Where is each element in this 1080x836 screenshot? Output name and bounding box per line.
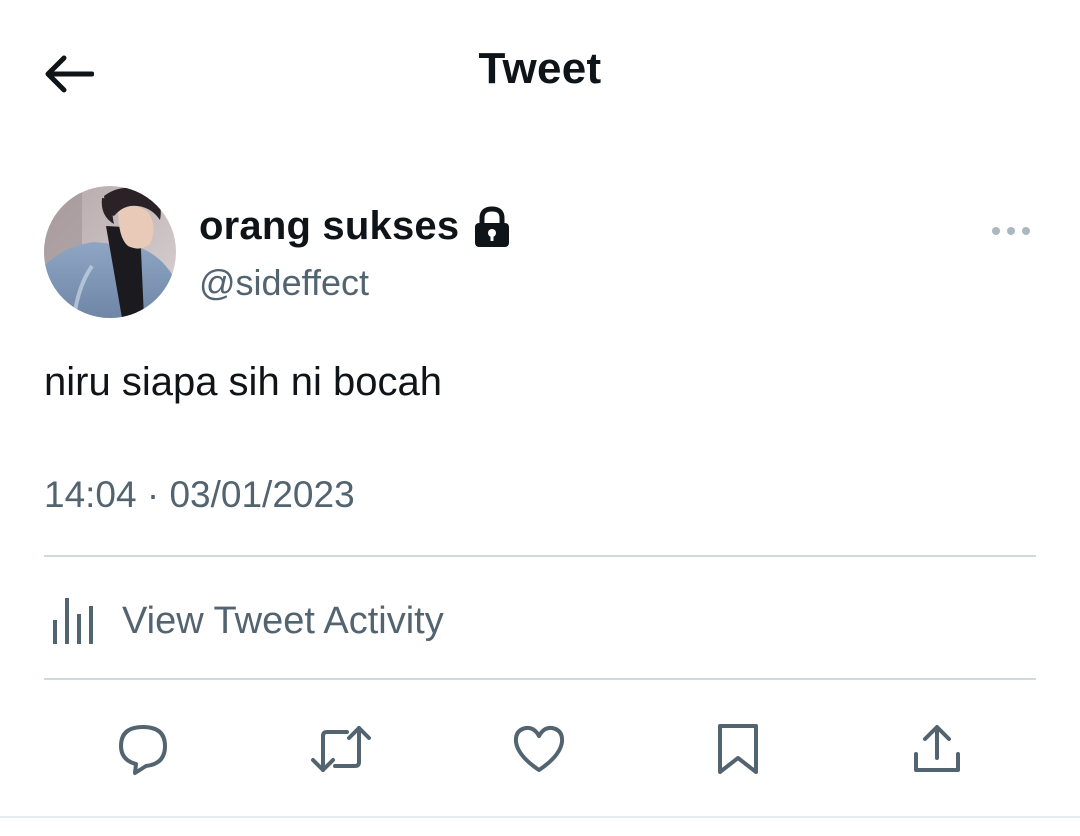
more-horizontal-icon: [992, 227, 1030, 235]
page-title: Tweet: [478, 44, 602, 93]
divider: [44, 678, 1036, 680]
display-name: orang sukses: [199, 204, 460, 248]
bottom-divider: [0, 816, 1080, 818]
lock-icon: [473, 205, 511, 248]
tweet-author: orang sukses @sideffect: [44, 186, 1044, 320]
tweet-text: niru siapa sih ni bocah: [44, 360, 443, 404]
heart-icon: [513, 725, 565, 772]
retweet-button[interactable]: [306, 714, 376, 784]
bookmark-button[interactable]: [703, 714, 773, 784]
share-button[interactable]: [902, 714, 972, 784]
bookmark-icon: [718, 724, 758, 774]
user-handle[interactable]: @sideffect: [199, 262, 369, 304]
tweet-action-bar: [0, 704, 1080, 794]
like-button[interactable]: [504, 714, 574, 784]
reply-bubble-icon: [119, 725, 167, 775]
retweet-icon: [311, 726, 371, 772]
divider: [44, 555, 1036, 557]
share-upload-icon: [914, 725, 960, 772]
tweet-timestamp[interactable]: 14:04 · 03/01/2023: [44, 474, 355, 516]
profile-photo: [44, 186, 176, 318]
view-tweet-activity-button[interactable]: View Tweet Activity: [44, 584, 444, 658]
avatar[interactable]: [44, 186, 176, 318]
display-name-row[interactable]: orang sukses: [199, 204, 511, 249]
analytics-bars-icon: [44, 594, 104, 648]
more-options-button[interactable]: [986, 216, 1036, 246]
reply-button[interactable]: [108, 714, 178, 784]
view-tweet-activity-label: View Tweet Activity: [122, 599, 444, 642]
top-bar: Tweet: [0, 0, 1080, 150]
